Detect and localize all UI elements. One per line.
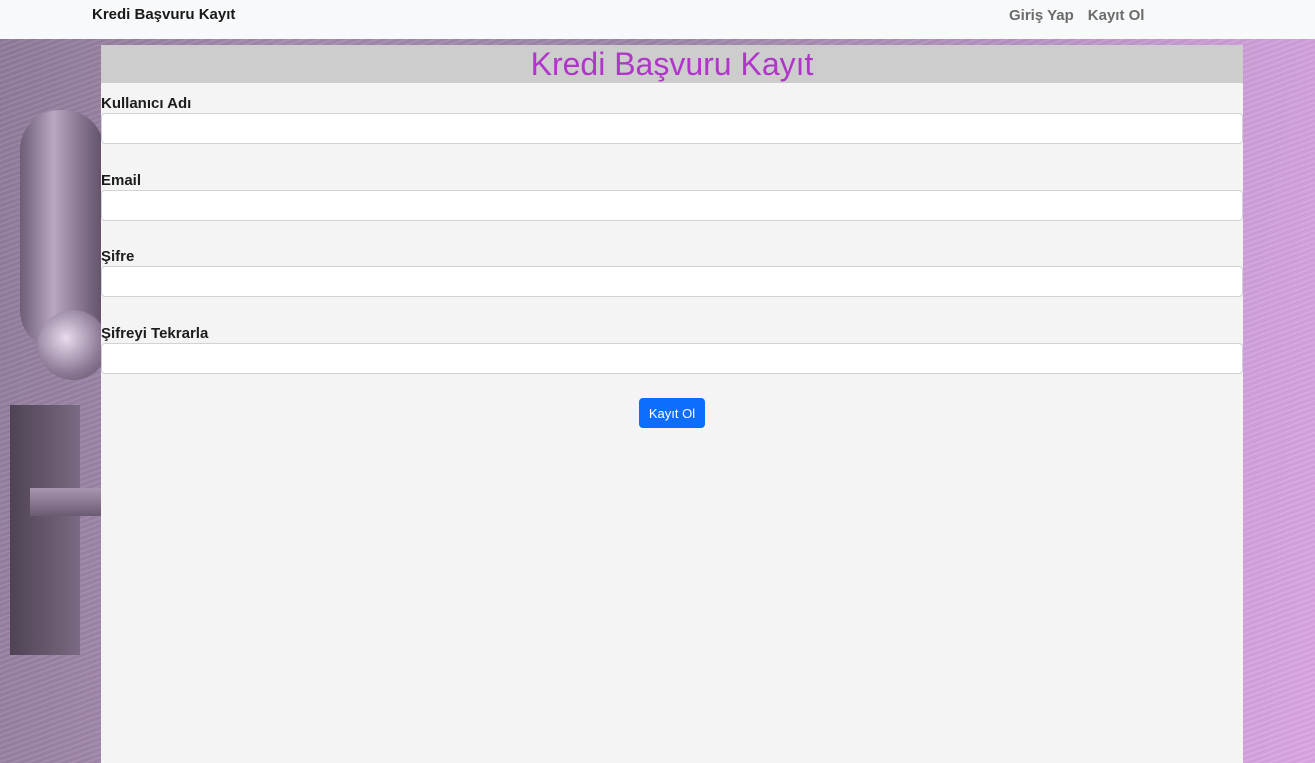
password-input[interactable] [101, 266, 1243, 297]
password-field-group: Şifre [101, 247, 1243, 297]
username-input[interactable] [101, 113, 1243, 144]
login-link[interactable]: Giriş Yap [1009, 7, 1074, 24]
password-repeat-field-group: Şifreyi Tekrarla [101, 324, 1243, 374]
username-label: Kullanıcı Adı [101, 95, 192, 112]
panel-header: Kredi Başvuru Kayıt [101, 45, 1243, 83]
register-submit-button[interactable]: Kayıt Ol [639, 398, 705, 428]
password-repeat-input[interactable] [101, 343, 1243, 374]
lock-knob-graphic [38, 310, 108, 380]
navbar-brand[interactable]: Kredi Başvuru Kayıt [92, 6, 235, 23]
navbar-links: Giriş Yap Kayıt Ol [1009, 7, 1144, 24]
password-label: Şifre [101, 248, 135, 265]
register-panel: Kredi Başvuru Kayıt Kullanıcı Adı Email … [101, 45, 1243, 763]
top-navbar: Kredi Başvuru Kayıt Giriş Yap Kayıt Ol [0, 0, 1315, 39]
lock-plate-graphic [10, 405, 80, 655]
email-label: Email [101, 172, 142, 189]
email-field-group: Email [101, 171, 1243, 221]
register-link[interactable]: Kayıt Ol [1088, 7, 1145, 24]
password-repeat-label: Şifreyi Tekrarla [101, 325, 209, 342]
username-field-group: Kullanıcı Adı [101, 94, 1243, 144]
email-input[interactable] [101, 190, 1243, 221]
page-title: Kredi Başvuru Kayıt [530, 46, 814, 82]
lock-handle-graphic [30, 488, 110, 516]
